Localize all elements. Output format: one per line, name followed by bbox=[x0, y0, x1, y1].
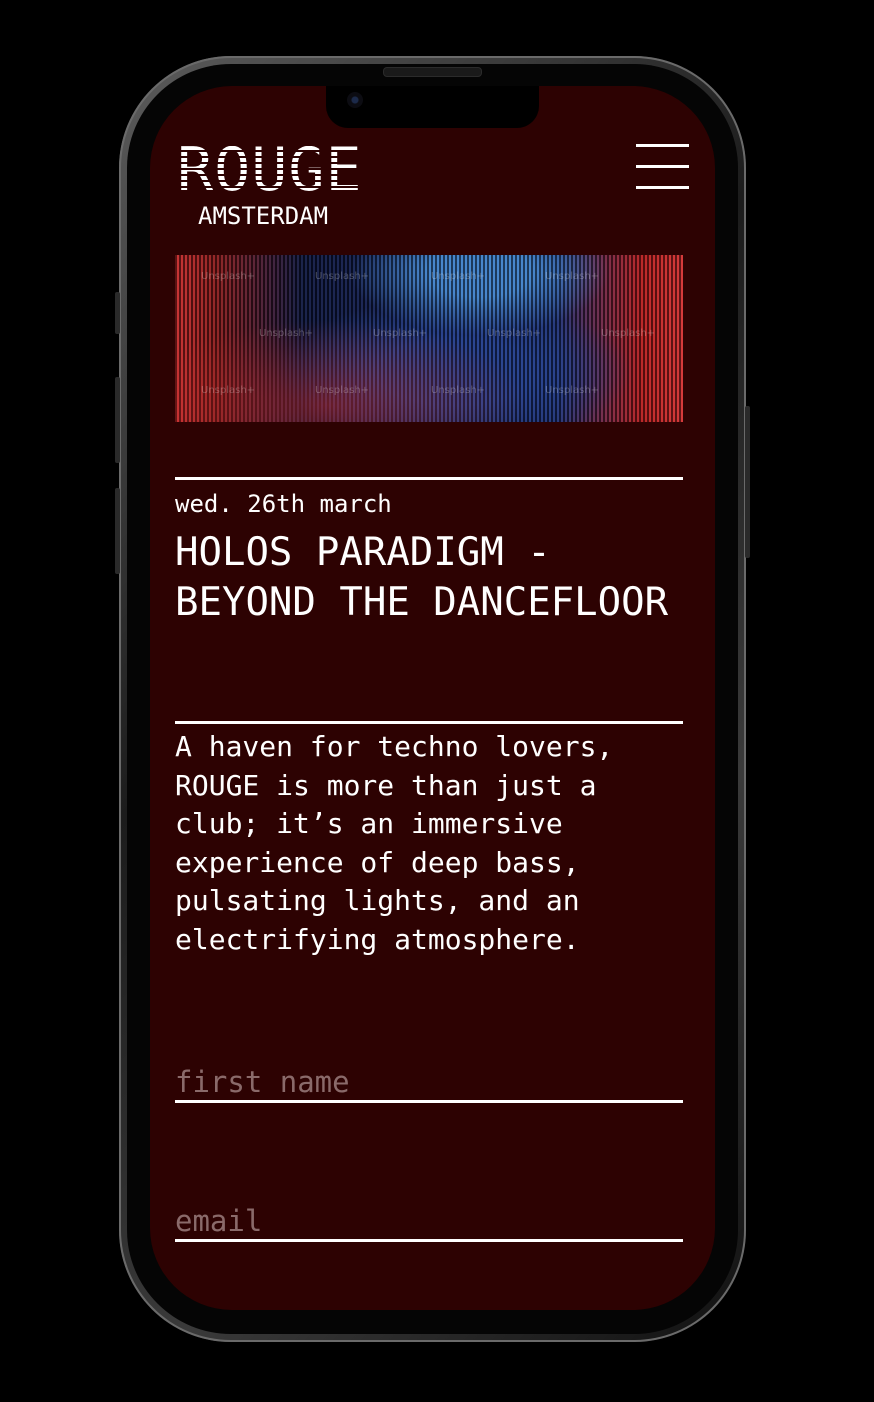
brand-logo[interactable]: ROUGE AMSTERDAM bbox=[177, 140, 363, 228]
first-name-field[interactable] bbox=[175, 1065, 683, 1103]
divider bbox=[175, 721, 683, 724]
menu-bar-top bbox=[636, 144, 689, 147]
brand-city: AMSTERDAM bbox=[198, 202, 329, 230]
email-field[interactable] bbox=[175, 1204, 683, 1242]
mute-switch bbox=[115, 292, 120, 334]
watermark: Unsplash+ bbox=[315, 385, 370, 396]
watermark: Unsplash+ bbox=[373, 328, 428, 339]
earpiece-speaker bbox=[383, 67, 482, 77]
watermark: Unsplash+ bbox=[315, 271, 370, 282]
hero-image: Unsplash+ Unsplash+ Unsplash+ Unsplash+ … bbox=[175, 255, 683, 422]
watermark: Unsplash+ bbox=[201, 385, 256, 396]
watermark: Unsplash+ bbox=[545, 271, 600, 282]
watermark: Unsplash+ bbox=[487, 328, 542, 339]
event-description: A haven for techno lovers, ROUGE is more… bbox=[175, 730, 614, 956]
watermark: Unsplash+ bbox=[431, 271, 486, 282]
watermark: Unsplash+ bbox=[601, 328, 656, 339]
notch bbox=[326, 86, 539, 128]
power-button bbox=[745, 406, 750, 558]
watermark: Unsplash+ bbox=[545, 385, 600, 396]
event-date: wed. 26th march bbox=[175, 490, 392, 518]
camera-icon bbox=[347, 92, 363, 108]
hamburger-menu-icon[interactable] bbox=[636, 144, 689, 190]
phone-screen: ROUGE AMSTERDAM Unsplash+ Unsplash+ Unsp… bbox=[150, 86, 715, 1310]
volume-up-button bbox=[115, 377, 120, 463]
watermark: Unsplash+ bbox=[259, 328, 314, 339]
divider bbox=[175, 477, 683, 480]
volume-down-button bbox=[115, 488, 120, 574]
menu-bar-bottom bbox=[636, 186, 689, 189]
watermark: Unsplash+ bbox=[201, 271, 256, 282]
watermark: Unsplash+ bbox=[431, 385, 486, 396]
event-title: HOLOS PARADIGM - BEYOND THE DANCEFLOOR bbox=[175, 530, 669, 625]
brand-name: ROUGE bbox=[177, 135, 363, 205]
menu-bar-middle bbox=[636, 165, 689, 168]
